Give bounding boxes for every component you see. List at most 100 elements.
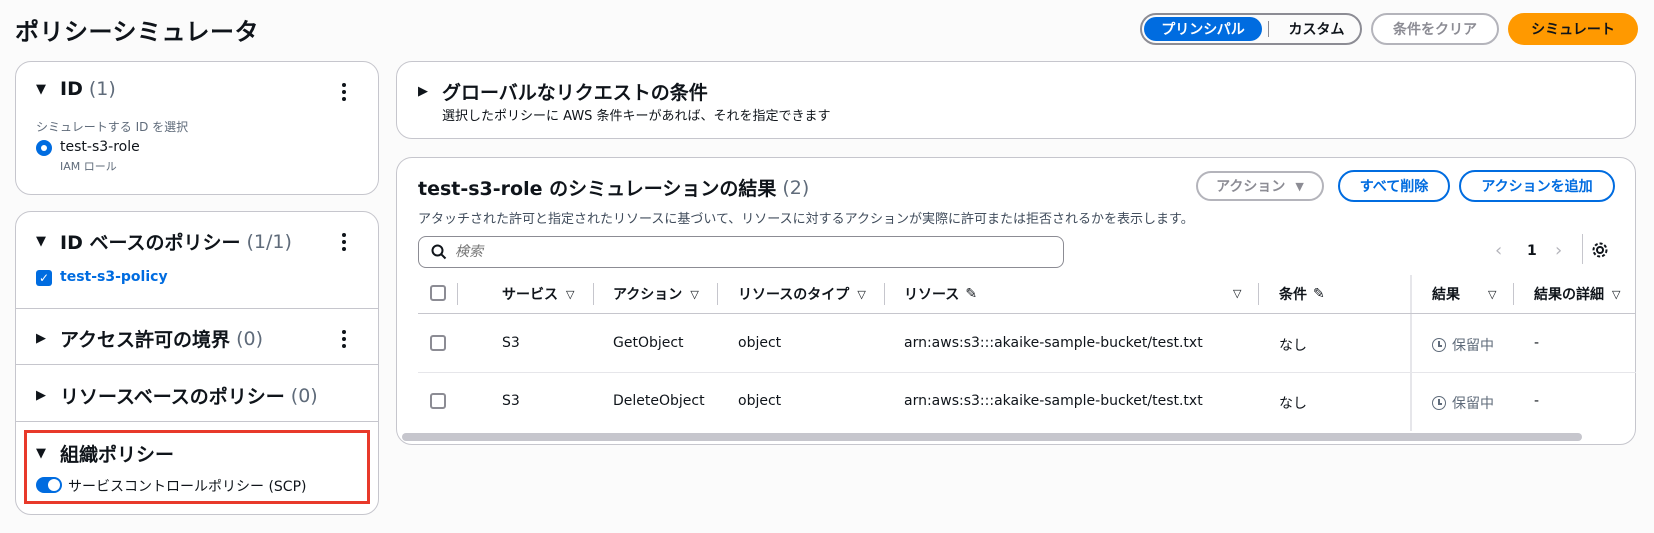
cell-result-detail: - <box>1534 335 1540 351</box>
policy-link[interactable]: test-s3-policy <box>60 269 168 285</box>
edit-pencil-icon: ✎ <box>1313 286 1325 302</box>
row-checkbox[interactable] <box>430 335 446 351</box>
divider <box>1582 234 1583 264</box>
global-conditions-header[interactable]: ▶ グローバルなリクエストの条件 <box>418 78 708 105</box>
column-label: 結果の詳細 <box>1534 287 1604 303</box>
cell-resource-type: object <box>738 335 782 351</box>
caret-down-icon: ▼ <box>36 234 46 249</box>
resource-policies-count: (0) <box>290 384 318 407</box>
cell-result: 保留中 <box>1432 393 1494 413</box>
caret-right-icon: ▶ <box>36 388 46 403</box>
column-label: リソースのタイプ <box>738 287 850 303</box>
column-header-condition[interactable]: 条件 ✎ <box>1279 275 1325 313</box>
caret-down-icon: ▼ <box>36 446 46 461</box>
resource-policies-title: リソースベースのポリシー <box>60 386 285 408</box>
boundary-count: (0) <box>236 327 263 350</box>
sort-icon[interactable]: ▽ <box>1233 287 1241 300</box>
sort-icon: ▽ <box>566 287 575 301</box>
column-header-result[interactable]: 結果 ▽ <box>1432 275 1496 313</box>
cell-condition: なし <box>1279 396 1307 412</box>
divider <box>15 364 379 365</box>
column-label: リソース <box>904 287 960 303</box>
cell-action: DeleteObject <box>613 393 705 409</box>
id-policies-title: ID ベースのポリシー <box>60 232 241 254</box>
clock-icon <box>1432 396 1446 410</box>
identity-radio[interactable] <box>36 140 52 156</box>
row-divider <box>418 372 1636 373</box>
identity-title: ID <box>60 78 83 100</box>
results-count: (2) <box>782 176 810 199</box>
global-conditions-title: グローバルなリクエストの条件 <box>442 82 708 104</box>
kebab-menu-icon[interactable] <box>341 83 347 101</box>
results-title: test-s3-role のシミュレーションの結果 <box>418 178 777 200</box>
org-policies-section-header[interactable]: ▼ 組織ポリシー <box>36 440 174 467</box>
cell-result: 保留中 <box>1432 335 1494 355</box>
sort-icon: ▽ <box>857 287 866 301</box>
segment-divider <box>1268 21 1269 37</box>
caret-down-icon: ▼ <box>1295 179 1304 193</box>
search-icon <box>431 244 447 260</box>
results-header: test-s3-role のシミュレーションの結果 (2) <box>418 174 809 201</box>
column-header-service[interactable]: サービス ▽ <box>502 275 574 313</box>
clear-conditions-button[interactable]: 条件をクリア <box>1371 13 1499 45</box>
org-policies-title: 組織ポリシー <box>60 444 175 466</box>
cell-service: S3 <box>502 335 520 351</box>
boundary-section-header[interactable]: ▶ アクセス許可の境界 (0) <box>36 325 263 352</box>
mode-segmented-control: プリンシパル カスタム <box>1140 13 1362 45</box>
settings-gear-icon[interactable] <box>1591 241 1609 259</box>
role-name: test-s3-role <box>60 139 140 155</box>
sort-icon: ▽ <box>1488 287 1497 301</box>
caret-right-icon: ▶ <box>36 331 46 346</box>
sort-icon: ▽ <box>1612 287 1621 301</box>
custom-mode-button[interactable]: カスタム <box>1275 17 1358 41</box>
id-policies-section-header[interactable]: ▼ ID ベースのポリシー (1/1) <box>36 228 292 255</box>
column-label: アクション <box>613 287 683 303</box>
role-type: IAM ロール <box>60 160 117 173</box>
add-action-button[interactable]: アクションを追加 <box>1459 170 1615 202</box>
column-header-result-detail[interactable]: 結果の詳細 ▽ <box>1534 275 1620 313</box>
search-input[interactable] <box>455 244 1015 260</box>
column-divider <box>1258 283 1259 305</box>
page-number[interactable]: 1 <box>1527 243 1537 259</box>
column-divider <box>1513 283 1514 305</box>
column-label: サービス <box>502 287 558 303</box>
edit-pencil-icon: ✎ <box>965 286 978 302</box>
column-header-action[interactable]: アクション ▽ <box>613 275 699 313</box>
actions-dropdown-label: アクション <box>1216 179 1286 195</box>
column-header-resource-type[interactable]: リソースのタイプ ▽ <box>738 275 866 313</box>
next-page-icon[interactable]: › <box>1555 240 1562 261</box>
prev-page-icon[interactable]: ‹ <box>1495 240 1502 261</box>
cell-condition: なし <box>1279 338 1307 354</box>
column-label: 結果 <box>1432 287 1460 303</box>
clock-icon <box>1432 338 1446 352</box>
identity-section-header[interactable]: ▼ ID (1) <box>36 78 116 100</box>
page-title: ポリシーシミュレータ <box>15 18 260 46</box>
sort-icon: ▽ <box>690 287 699 301</box>
search-field[interactable] <box>418 236 1064 268</box>
identity-count: (1) <box>88 78 116 100</box>
row-checkbox[interactable] <box>430 393 446 409</box>
principal-mode-button[interactable]: プリンシパル <box>1144 17 1262 41</box>
divider <box>15 421 379 422</box>
delete-all-button[interactable]: すべて削除 <box>1338 170 1450 202</box>
cell-resource-type: object <box>738 393 782 409</box>
actions-dropdown[interactable]: アクション ▼ <box>1196 171 1324 201</box>
caret-down-icon: ▼ <box>36 81 46 97</box>
sticky-column-divider <box>1410 275 1412 431</box>
scp-toggle[interactable] <box>36 477 62 493</box>
resource-policies-section-header[interactable]: ▶ リソースベースのポリシー (0) <box>36 382 318 409</box>
column-label: 条件 <box>1279 287 1307 303</box>
column-divider <box>593 283 594 305</box>
simulate-button[interactable]: シミュレート <box>1508 13 1638 45</box>
kebab-menu-icon[interactable] <box>341 233 347 251</box>
cell-resource: arn:aws:s3:::akaike-sample-bucket/test.t… <box>904 393 1203 409</box>
column-divider <box>717 283 718 305</box>
cell-service: S3 <box>502 393 520 409</box>
column-header-resource[interactable]: リソース ✎ <box>904 275 977 313</box>
select-all-checkbox[interactable] <box>430 285 446 301</box>
result-text: 保留中 <box>1452 338 1494 354</box>
kebab-menu-icon[interactable] <box>341 330 347 348</box>
caret-right-icon: ▶ <box>418 84 428 99</box>
horizontal-scrollbar[interactable] <box>402 433 1582 441</box>
policy-checkbox[interactable]: ✓ <box>36 270 52 286</box>
